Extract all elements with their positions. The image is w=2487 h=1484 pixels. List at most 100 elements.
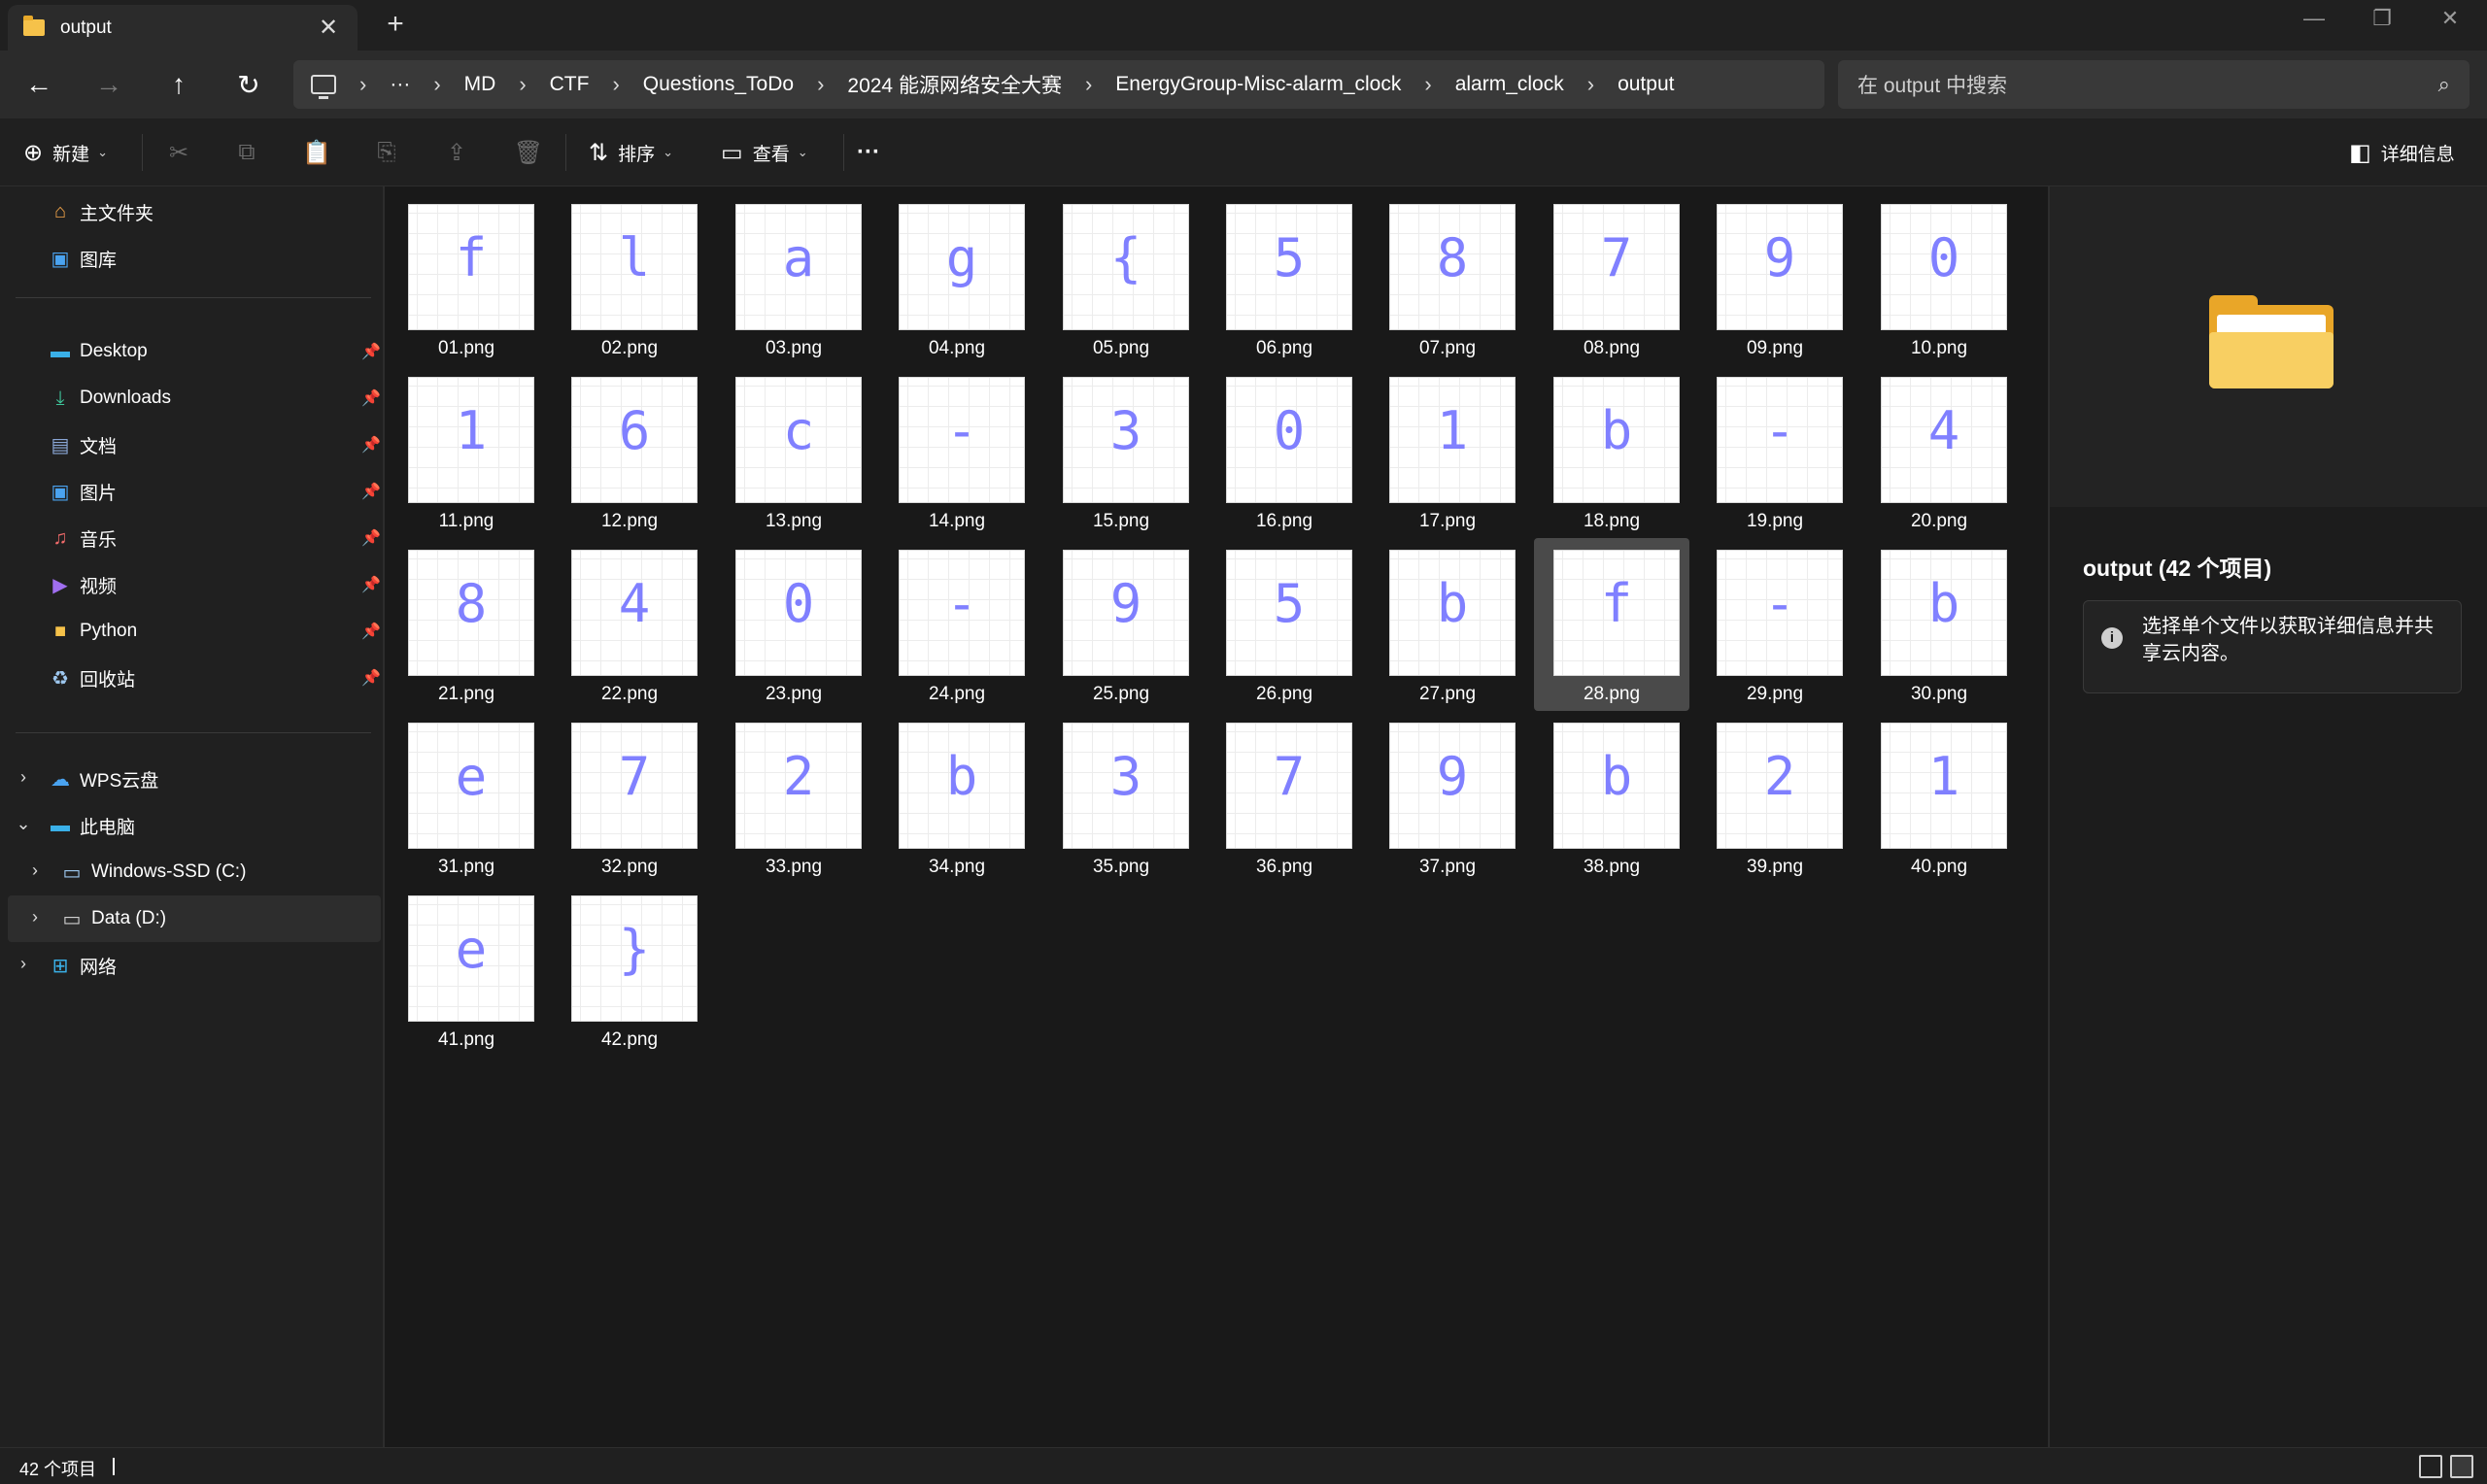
forward-button[interactable]: →	[87, 63, 130, 106]
file-item[interactable]: } 42.png	[552, 884, 707, 1057]
file-item[interactable]: - 29.png	[1697, 538, 1853, 711]
file-item[interactable]: 0 23.png	[716, 538, 871, 711]
sidebar-item-gallery[interactable]: ▣ 图库	[49, 237, 117, 280]
breadcrumb-separator[interactable]: ›	[359, 72, 366, 97]
sidebar-item-music[interactable]: ♫ 音乐	[49, 517, 118, 559]
sort-button[interactable]: ⇅ 排序 ⌄	[589, 135, 673, 170]
sidebar-item-recycle-bin[interactable]: ♻ 回收站	[49, 657, 135, 699]
file-item[interactable]: 7 32.png	[552, 711, 707, 884]
file-item[interactable]: 2 39.png	[1697, 711, 1853, 884]
file-item[interactable]: 6 12.png	[552, 365, 707, 538]
close-tab-button[interactable]: ✕	[315, 14, 342, 42]
delete-icon[interactable]: 🗑	[511, 135, 546, 170]
search-box[interactable]: 在 output 中搜索 ⌕	[1838, 60, 2470, 109]
pin-icon[interactable]: 📌	[361, 342, 381, 361]
file-item[interactable]: 5 26.png	[1207, 538, 1362, 711]
file-item[interactable]: 7 36.png	[1207, 711, 1362, 884]
large-icons-view-icon[interactable]	[2450, 1455, 2473, 1478]
address-bar[interactable]: › ··· › MD › CTF › Questions_ToDo › 2024…	[293, 60, 1824, 109]
up-button[interactable]: ↑	[157, 63, 200, 106]
file-item[interactable]: - 24.png	[879, 538, 1035, 711]
pin-icon[interactable]: 📌	[361, 482, 381, 501]
file-item[interactable]: f 28.png	[1534, 538, 1689, 711]
file-item[interactable]: 8 21.png	[389, 538, 544, 711]
file-item[interactable]: - 14.png	[879, 365, 1035, 538]
file-item[interactable]: f 01.png	[389, 192, 544, 365]
file-item[interactable]: - 19.png	[1697, 365, 1853, 538]
breadcrumb-questions-todo[interactable]: Questions_ToDo	[643, 73, 794, 96]
file-item[interactable]: 1 40.png	[1861, 711, 2017, 884]
file-item[interactable]: 3 35.png	[1043, 711, 1199, 884]
sidebar-item-documents[interactable]: ▤ 文档	[49, 423, 117, 466]
breadcrumb-separator[interactable]: ›	[612, 72, 619, 97]
file-item[interactable]: b 18.png	[1534, 365, 1689, 538]
file-item[interactable]: 0 16.png	[1207, 365, 1362, 538]
file-item[interactable]: l 02.png	[552, 192, 707, 365]
details-pane-button[interactable]: ◧ 详细信息	[2349, 135, 2455, 170]
pin-icon[interactable]: 📌	[361, 528, 381, 548]
pin-icon[interactable]: 📌	[361, 435, 381, 455]
file-item[interactable]: 4 20.png	[1861, 365, 2017, 538]
copy-icon[interactable]: ⧉	[229, 135, 264, 170]
chevron-right-icon[interactable]: ›	[14, 767, 33, 788]
sidebar-item-home[interactable]: ⌂ 主文件夹	[49, 190, 153, 233]
file-item[interactable]: g 04.png	[879, 192, 1035, 365]
breadcrumb-contest[interactable]: 2024 能源网络安全大赛	[847, 70, 1062, 99]
file-item[interactable]: 8 07.png	[1370, 192, 1525, 365]
breadcrumb-energygroup[interactable]: EnergyGroup-Misc-alarm_clock	[1115, 73, 1401, 96]
breadcrumb-alarm-clock[interactable]: alarm_clock	[1455, 73, 1564, 96]
breadcrumb-separator[interactable]: ›	[1424, 72, 1431, 97]
breadcrumb-separator[interactable]: ›	[433, 72, 440, 97]
file-item[interactable]: b 30.png	[1861, 538, 2017, 711]
breadcrumb-separator[interactable]: ›	[817, 72, 824, 97]
breadcrumb-output[interactable]: output	[1618, 73, 1674, 96]
share-icon[interactable]: ⇪	[439, 135, 474, 170]
file-item[interactable]: b 34.png	[879, 711, 1035, 884]
file-item[interactable]: 5 06.png	[1207, 192, 1362, 365]
rename-icon[interactable]: ⎘	[369, 135, 404, 170]
breadcrumb-overflow[interactable]: ···	[390, 73, 410, 96]
breadcrumb-ctf[interactable]: CTF	[550, 73, 590, 96]
breadcrumb-separator[interactable]: ›	[1085, 72, 1092, 97]
tab-output[interactable]: output ✕	[8, 5, 358, 51]
breadcrumb-separator[interactable]: ›	[1587, 72, 1594, 97]
sidebar-item-network[interactable]: ⊞ 网络	[49, 944, 117, 987]
new-tab-button[interactable]: +	[381, 8, 410, 41]
back-button[interactable]: ←	[17, 63, 60, 106]
new-button[interactable]: ⊕ 新建 ⌄	[23, 135, 108, 170]
file-item[interactable]: e 31.png	[389, 711, 544, 884]
pin-icon[interactable]: 📌	[361, 388, 381, 408]
sidebar-item-downloads[interactable]: ⤓ Downloads	[49, 377, 171, 420]
search-input[interactable]: 在 output 中搜索	[1857, 70, 2438, 99]
file-item[interactable]: b 27.png	[1370, 538, 1525, 711]
sidebar-item-wps-cloud[interactable]: ☁ WPS云盘	[49, 758, 158, 800]
file-item[interactable]: 3 15.png	[1043, 365, 1199, 538]
chevron-right-icon[interactable]: ›	[14, 954, 33, 974]
view-button[interactable]: ▭ 查看 ⌄	[721, 135, 808, 170]
sidebar-item-videos[interactable]: ▶ 视频	[49, 563, 117, 606]
file-item[interactable]: b 38.png	[1534, 711, 1689, 884]
file-item[interactable]: {05.png	[1043, 192, 1199, 365]
sidebar-item-python[interactable]: ■ Python	[49, 610, 137, 653]
sidebar-item-desktop[interactable]: ▬ Desktop	[49, 330, 148, 373]
minimize-button[interactable]: —	[2295, 6, 2334, 31]
file-item[interactable]: 1 11.png	[389, 365, 544, 538]
sidebar-item-pictures[interactable]: ▣ 图片	[49, 470, 117, 513]
sidebar-item-drive-d[interactable]: ▭ Data (D:)	[60, 897, 167, 940]
sidebar-item-this-pc[interactable]: ▬ 此电脑	[49, 804, 135, 847]
file-item[interactable]: 9 09.png	[1697, 192, 1853, 365]
file-item[interactable]: 1 17.png	[1370, 365, 1525, 538]
close-window-button[interactable]: ✕	[2431, 6, 2470, 31]
details-view-icon[interactable]	[2419, 1455, 2442, 1478]
paste-icon[interactable]: 📋	[299, 135, 334, 170]
file-item[interactable]: e 41.png	[389, 884, 544, 1057]
cut-icon[interactable]: ✂	[161, 135, 196, 170]
breadcrumb-md[interactable]: MD	[464, 73, 496, 96]
file-item[interactable]: a 03.png	[716, 192, 871, 365]
pin-icon[interactable]: 📌	[361, 622, 381, 641]
file-item[interactable]: 0 10.png	[1861, 192, 2017, 365]
file-item[interactable]: c 13.png	[716, 365, 871, 538]
computer-icon[interactable]	[311, 75, 336, 99]
file-item[interactable]: 9 37.png	[1370, 711, 1525, 884]
refresh-button[interactable]: ↻	[227, 63, 270, 106]
